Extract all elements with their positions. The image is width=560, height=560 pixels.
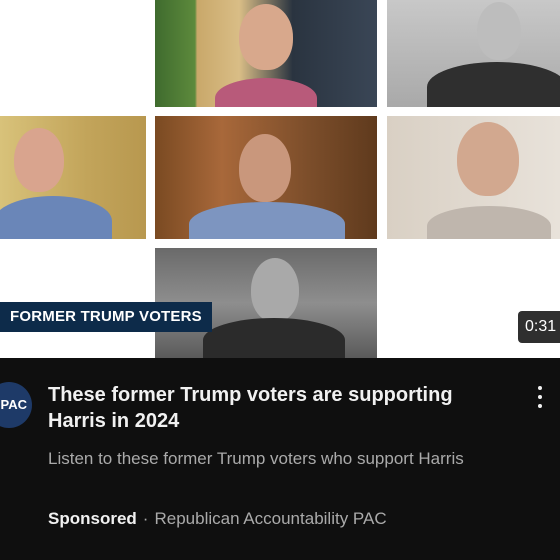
ad-title[interactable]: These former Trump voters are supporting… [48,382,508,434]
video-caption-banner: FORMER TRUMP VOTERS [0,302,212,332]
participant-tile [387,116,560,239]
more-vert-icon[interactable] [534,386,546,418]
ad-description: Listen to these former Trump voters who … [48,449,464,468]
participant-tile [155,116,377,239]
participant-tile [387,0,560,107]
sponsored-badge: Sponsored [48,509,137,528]
ad-meta: Sponsored · Republican Accountability PAC [48,508,387,530]
video-duration: 0:31 [518,311,560,343]
participant-tile [0,116,146,239]
advertiser-name[interactable]: Republican Accountability PAC [154,509,386,528]
video-thumbnail[interactable]: FORMER TRUMP VOTERS 0:31 [0,0,560,358]
ad-info: PAC These former Trump voters are suppor… [0,358,560,560]
meta-separator: · [142,509,149,528]
participant-tile [155,0,377,107]
channel-avatar[interactable]: PAC [0,382,32,428]
